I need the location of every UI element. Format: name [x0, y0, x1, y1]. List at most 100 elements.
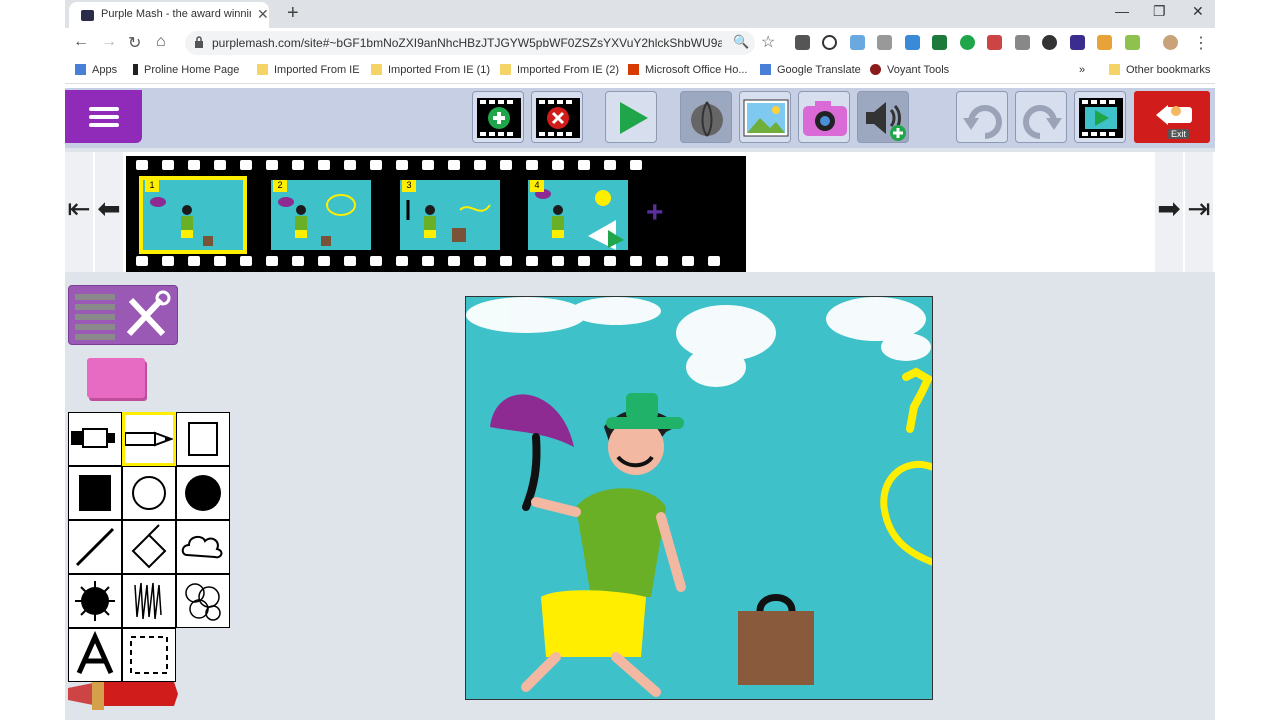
exit-button[interactable]: Exit — [1134, 91, 1210, 143]
extension-icon[interactable] — [877, 35, 892, 50]
filled-circle-tool[interactable] — [176, 466, 230, 520]
crayon-icon[interactable] — [68, 678, 178, 710]
paint-bucket-icon — [131, 524, 167, 569]
zoom-icon[interactable]: 🔍 — [733, 34, 749, 50]
browser-tab[interactable]: Purple Mash - the award winning ✕ — [69, 2, 269, 28]
apps-grid-icon — [75, 64, 86, 75]
close-tab-icon[interactable]: ✕ — [257, 6, 269, 23]
bookmark-label: Imported From IE (1) — [388, 64, 491, 76]
splatter-tool[interactable] — [68, 574, 122, 628]
app-toolbar: Exit — [65, 88, 1215, 148]
onion-icon — [691, 101, 723, 137]
frame-thumbnail[interactable]: 2 — [271, 180, 371, 250]
profile-avatar[interactable] — [1163, 35, 1178, 50]
bookmark-label: Imported From IE — [274, 64, 360, 76]
favicon-icon — [81, 10, 94, 21]
rectangle-tool[interactable] — [176, 412, 230, 466]
extension-icon[interactable] — [795, 35, 810, 50]
minimize-icon[interactable]: — — [1115, 3, 1129, 19]
new-tab-icon[interactable]: + — [287, 2, 299, 25]
circle-tool[interactable] — [122, 466, 176, 520]
forward-icon[interactable]: → — [101, 33, 117, 51]
extension-download-icon[interactable] — [905, 35, 920, 50]
close-window-icon[interactable]: ✕ — [1192, 3, 1204, 20]
bookmark-apps[interactable]: Apps — [75, 64, 117, 76]
bookmark-item[interactable]: Google Translate — [760, 64, 861, 76]
reload-icon[interactable]: ↻ — [128, 33, 141, 53]
extension-play-icon[interactable] — [822, 35, 837, 50]
fill-tool[interactable] — [122, 520, 176, 574]
drawing-canvas[interactable] — [465, 296, 936, 700]
other-bookmarks[interactable]: Other bookmarks — [1109, 64, 1210, 76]
filled-rectangle-icon — [79, 475, 111, 511]
bookmark-item[interactable]: Imported From IE (1) — [371, 64, 490, 76]
extension-icon[interactable] — [1070, 35, 1085, 50]
pencils-tools-icon — [75, 290, 171, 340]
splatter-icon — [75, 581, 115, 621]
bookmark-label: Other bookmarks — [1126, 64, 1211, 76]
bookmark-item[interactable]: Imported From IE — [257, 64, 360, 76]
onion-skin-button[interactable] — [680, 91, 732, 143]
marker-icon — [71, 428, 115, 448]
first-frame-button[interactable]: ⇤ — [65, 152, 93, 272]
frame-thumbnail[interactable]: 3 — [400, 180, 500, 250]
last-frame-button[interactable]: ⇥ — [1185, 152, 1213, 272]
previous-frame-button[interactable]: ⬅ — [95, 152, 123, 272]
tools-panel-button[interactable] — [68, 285, 178, 345]
rectangle-outline-icon — [188, 422, 218, 456]
bookmark-item[interactable]: Proline Home Page — [133, 64, 239, 76]
folder-icon — [500, 64, 511, 75]
line-tool[interactable] — [68, 520, 122, 574]
home-icon[interactable]: ⌂ — [156, 33, 166, 51]
restore-icon[interactable]: ❐ — [1153, 3, 1166, 20]
marker-tool[interactable] — [68, 412, 122, 466]
extension-icon[interactable] — [1125, 35, 1140, 50]
select-tool[interactable] — [122, 628, 176, 682]
scribble-tool[interactable] — [122, 574, 176, 628]
frame-number: 3 — [402, 180, 416, 192]
pencil-tool[interactable] — [122, 412, 176, 466]
bookmark-icon — [133, 64, 138, 75]
extension-download-icon[interactable] — [1042, 35, 1057, 50]
undo-button[interactable] — [956, 91, 1008, 143]
back-icon[interactable]: ← — [73, 33, 89, 51]
color-swatch[interactable] — [87, 358, 145, 398]
extension-icon[interactable] — [987, 35, 1002, 50]
background-button[interactable] — [739, 91, 791, 143]
bookmark-item[interactable]: Imported From IE (2) — [500, 64, 619, 76]
export-movie-button[interactable] — [1074, 91, 1126, 143]
bookmark-star-icon[interactable]: ☆ — [761, 32, 775, 52]
extension-excel-icon[interactable] — [932, 35, 947, 50]
text-tool[interactable] — [68, 628, 122, 682]
filled-rectangle-tool[interactable] — [68, 466, 122, 520]
extension-icon[interactable] — [1015, 35, 1030, 50]
bubbles-icon — [185, 583, 221, 621]
more-bookmarks[interactable]: » — [1079, 64, 1085, 76]
bookmark-item[interactable]: Voyant Tools — [870, 64, 949, 76]
delete-frame-button[interactable] — [531, 91, 583, 143]
next-frame-button[interactable]: ➡ — [1155, 152, 1183, 272]
add-frame-icon[interactable]: + — [646, 196, 664, 230]
extension-icon[interactable] — [960, 35, 975, 50]
play-button[interactable] — [605, 91, 657, 143]
camera-button[interactable] — [798, 91, 850, 143]
cloud-brush-tool[interactable] — [176, 520, 230, 574]
menu-dots-icon[interactable]: ⋮ — [1193, 33, 1209, 53]
address-bar[interactable]: purplemash.com/site#~bGF1bmNoZXI9anNhcHB… — [185, 31, 755, 55]
add-frame-button[interactable] — [472, 91, 524, 143]
extension-icon[interactable] — [1097, 35, 1112, 50]
filmstrip: 1 2 3 4 + — [126, 156, 746, 272]
extension-icon[interactable] — [850, 35, 865, 50]
translate-icon — [760, 64, 771, 75]
hamburger-menu-button[interactable] — [65, 90, 142, 143]
frame-thumbnail[interactable]: 1 — [139, 176, 247, 254]
bookmark-label: Voyant Tools — [887, 64, 950, 76]
redo-button[interactable] — [1015, 91, 1067, 143]
add-sound-button[interactable] — [857, 91, 909, 143]
bookmark-item[interactable]: Microsoft Office Ho... — [628, 64, 748, 76]
bubbles-tool[interactable] — [176, 574, 230, 628]
frame-thumbnail[interactable]: 4 — [528, 180, 628, 250]
folder-icon — [371, 64, 382, 75]
add-frame-icon — [477, 98, 521, 138]
menu-line — [89, 107, 119, 111]
